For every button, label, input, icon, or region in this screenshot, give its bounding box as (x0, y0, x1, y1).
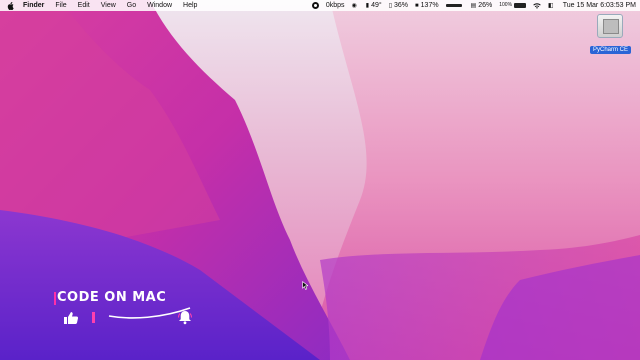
menu-bar: Finder File Edit View Go Window Help 0kb… (0, 0, 640, 11)
menu-edit[interactable]: Edit (78, 0, 90, 11)
control-center-icon: ◧ (548, 2, 554, 9)
disk-text: 137% (420, 2, 439, 9)
clock[interactable]: Tue 15 Mar 6:03:53 PM (563, 0, 636, 11)
apple-icon[interactable] (5, 0, 15, 11)
mouse-cursor-icon (302, 281, 308, 290)
bell-icon (178, 311, 192, 325)
clock-text: Tue 15 Mar 6:03:53 PM (562, 2, 636, 9)
wifi-status[interactable] (533, 2, 541, 9)
menu-help[interactable]: Help (183, 0, 197, 11)
screen-record-status[interactable] (311, 2, 319, 9)
cpu-text: 36% (394, 2, 409, 9)
disk-status[interactable]: ■ 137% (415, 0, 439, 11)
record-icon (311, 2, 319, 9)
menu-file[interactable]: File (55, 0, 66, 11)
watermark-accent-bar (54, 292, 56, 305)
battery-text: 100% (499, 2, 513, 8)
battery-icon (514, 3, 527, 8)
desktop-icon-pycharm[interactable]: PyCharm CE (590, 14, 632, 56)
watermark-title: CODE ON MAC (57, 290, 167, 305)
cpu-status[interactable]: ▯ 36% (389, 0, 408, 11)
control-center-status[interactable]: ◧ (548, 3, 556, 9)
thermometer-icon: ▮ (365, 2, 370, 9)
menu-bar-status: 0kbps ◉ ▮ 49° ▯ 36% ■ 137% ▤ 26% 100% ◧ Tue … (305, 0, 640, 11)
temperature-text: 49° (371, 2, 382, 9)
watermark-pink-bar (92, 312, 95, 323)
desktop-icon-label: PyCharm CE (590, 46, 632, 54)
network-status[interactable]: 0kbps (326, 0, 345, 11)
disk-icon: ■ (415, 2, 419, 9)
memory-text: 26% (478, 2, 493, 9)
battery-status[interactable]: 100% (499, 0, 527, 11)
cpu-icon: ▯ (388, 2, 393, 9)
wifi-icon (533, 2, 541, 9)
temperature-status[interactable]: ▮ 49° (366, 0, 382, 11)
sensor-icon: ◉ (351, 2, 357, 9)
menu-window[interactable]: Window (147, 0, 172, 11)
menu-finder[interactable]: Finder (23, 0, 44, 11)
channel-watermark: CODE ON MAC (52, 290, 202, 330)
menu-view[interactable]: View (101, 0, 116, 11)
disk-image-icon (597, 14, 623, 38)
graph-status[interactable] (445, 4, 464, 7)
menu-go[interactable]: Go (127, 0, 136, 11)
sensor-status[interactable]: ◉ (352, 3, 359, 9)
thumbs-up-icon (64, 312, 78, 324)
memory-status[interactable]: ▤ 26% (471, 0, 493, 11)
menu-bar-left: Finder File Edit View Go Window Help (0, 0, 208, 11)
graph-icon (445, 4, 462, 7)
network-speed-text: 0kbps (325, 2, 345, 9)
memory-icon: ▤ (470, 2, 477, 9)
